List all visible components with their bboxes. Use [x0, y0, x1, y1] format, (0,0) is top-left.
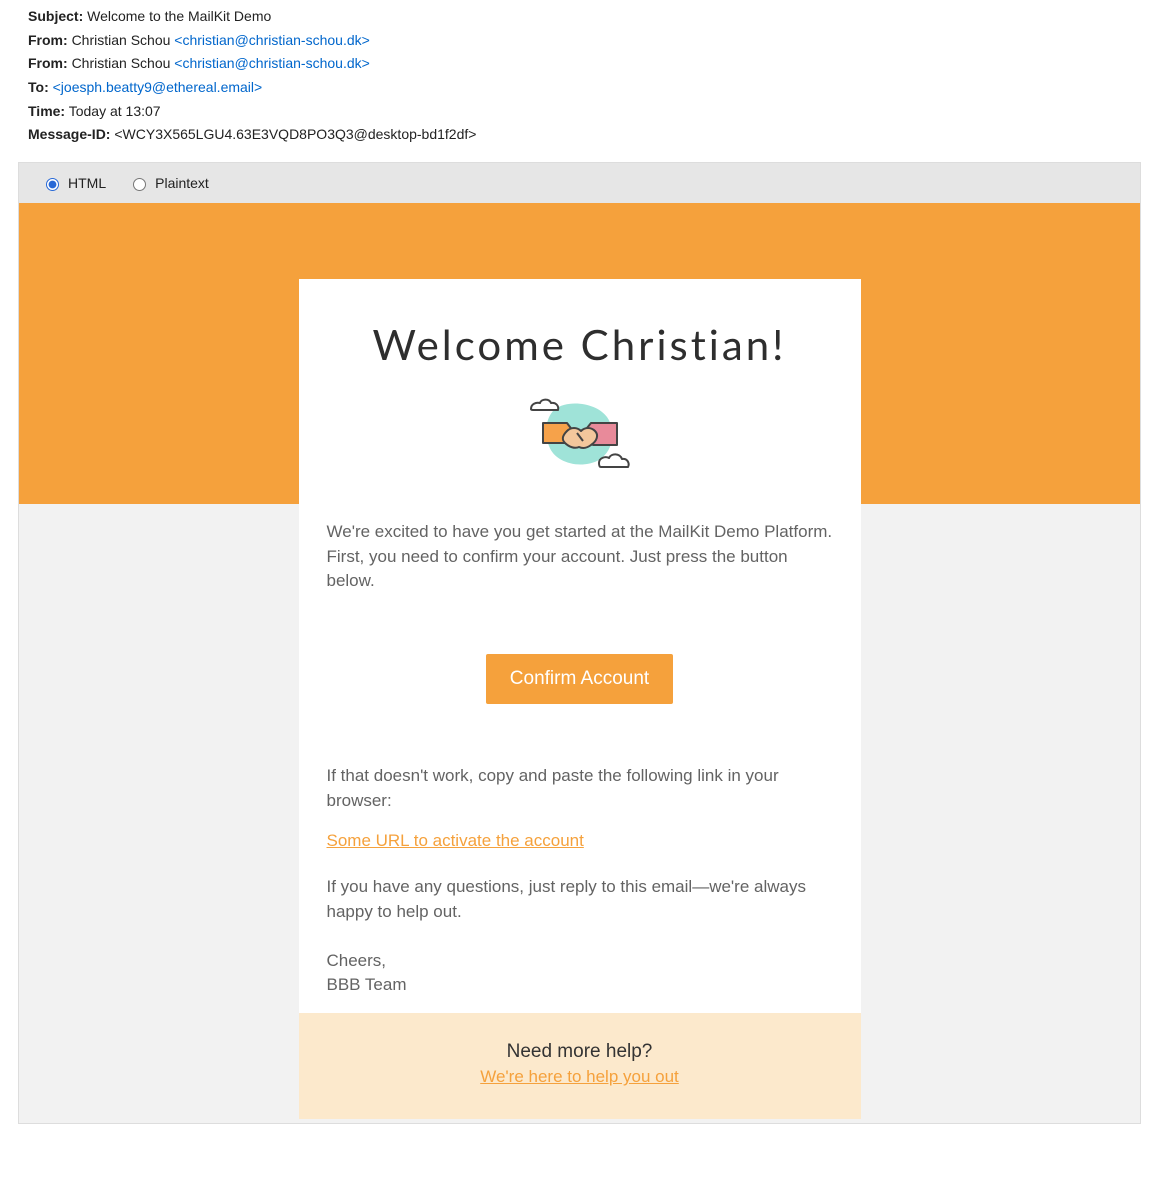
msgid-label: Message-ID: [28, 126, 110, 142]
view-switch: HTML Plaintext [19, 163, 1140, 203]
confirm-account-button[interactable]: Confirm Account [486, 654, 673, 704]
radio-html-input[interactable] [46, 178, 59, 191]
radio-html-label: HTML [68, 175, 106, 191]
radio-plaintext-input[interactable] [133, 178, 146, 191]
time-label: Time: [28, 103, 65, 119]
from-label-1: From: [28, 32, 68, 48]
radio-plaintext[interactable]: Plaintext [128, 175, 209, 191]
to-label: To: [28, 79, 49, 95]
meta-msgid: Message-ID: <WCY3X565LGU4.63E3VQD8PO3Q3@… [28, 124, 1131, 146]
welcome-title: Welcome Christian! [327, 319, 833, 369]
subject-label: Subject: [28, 8, 83, 24]
questions-text: If you have any questions, just reply to… [327, 875, 833, 924]
intro-text: We're excited to have you get started at… [327, 520, 833, 594]
from-name-1: Christian Schou [72, 32, 175, 48]
meta-from-2: From: Christian Schou <christian@christi… [28, 53, 1131, 75]
meta-time: Time: Today at 13:07 [28, 101, 1131, 123]
subject-value: Welcome to the MailKit Demo [87, 8, 271, 24]
to-email[interactable]: <joesph.beatty9@ethereal.email> [53, 79, 263, 95]
email-meta: Subject: Welcome to the MailKit Demo Fro… [0, 0, 1159, 162]
meta-subject: Subject: Welcome to the MailKit Demo [28, 6, 1131, 28]
fallback-text: If that doesn't work, copy and paste the… [327, 764, 833, 813]
help-card: Need more help? We're here to help you o… [299, 1013, 861, 1119]
radio-plaintext-label: Plaintext [155, 175, 209, 191]
email-viewer: HTML Plaintext Welcome Christian! [18, 162, 1141, 1124]
from-name-2: Christian Schou [72, 55, 175, 71]
activation-link[interactable]: Some URL to activate the account [327, 831, 584, 851]
from-label-2: From: [28, 55, 68, 71]
signoff-cheers: Cheers, [327, 951, 387, 970]
meta-from-1: From: Christian Schou <christian@christi… [28, 30, 1131, 52]
from-email-2[interactable]: <christian@christian-schou.dk> [174, 55, 370, 71]
signoff-team: BBB Team [327, 975, 407, 994]
email-card: Welcome Christian! [299, 279, 861, 1038]
msgid-value: <WCY3X565LGU4.63E3VQD8PO3Q3@desktop-bd1f… [114, 126, 476, 142]
from-email-1[interactable]: <christian@christian-schou.dk> [174, 32, 370, 48]
help-link[interactable]: We're here to help you out [480, 1067, 679, 1086]
signoff: Cheers, BBB Team [327, 949, 833, 998]
help-title: Need more help? [319, 1041, 841, 1063]
time-value: Today at 13:07 [69, 103, 161, 119]
radio-html[interactable]: HTML [41, 175, 106, 191]
meta-to: To: <joesph.beatty9@ethereal.email> [28, 77, 1131, 99]
email-body-area: Welcome Christian! [19, 203, 1140, 1123]
confirm-button-row: Confirm Account [327, 654, 833, 704]
handshake-icon [327, 391, 833, 484]
